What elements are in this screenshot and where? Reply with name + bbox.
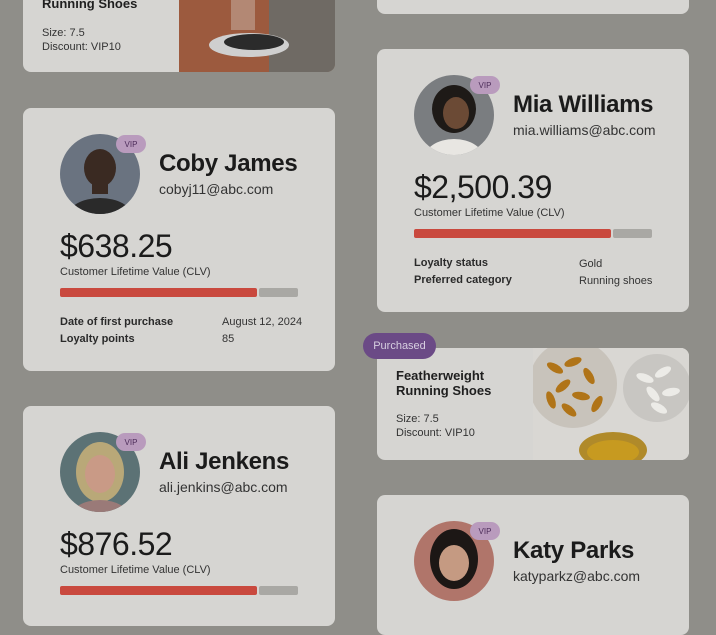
customer-email: katyparkz@abc.com (513, 568, 641, 584)
top-product-discount: Discount: VIP10 (42, 41, 121, 53)
clv-progress-bar (60, 586, 298, 595)
field-label: Date of first purchase (60, 316, 174, 328)
customer-name: Ali Jenkens (159, 448, 290, 475)
customer-name: Katy Parks (513, 537, 635, 564)
field-label: Preferred category (414, 274, 512, 286)
customer-card-coby[interactable]: VIP Coby James cobyj11@abc.com $638.25 C… (23, 108, 335, 371)
clv-progress-track (259, 288, 298, 297)
capsule-photo (533, 348, 689, 460)
customer-card-ali[interactable]: VIP Ali Jenkens ali.jenkins@abc.com $876… (23, 406, 335, 626)
vip-badge: VIP (116, 135, 146, 153)
field-value: August 12, 2024 (222, 316, 303, 328)
product-title-line2: Running Shoes (396, 383, 492, 398)
field-label: Loyalty points (60, 333, 135, 345)
top-product-size: Size: 7.5 (42, 27, 85, 39)
clv-progress-fill (60, 288, 257, 297)
customer-name: Coby James (159, 150, 298, 177)
product-size: Size: 7.5 (396, 413, 439, 425)
customer-email: ali.jenkins@abc.com (159, 479, 288, 495)
clv-progress-bar (414, 229, 652, 238)
clv-label: Customer Lifetime Value (CLV) (414, 207, 565, 219)
clv-progress-fill (60, 586, 257, 595)
customer-email: cobyj11@abc.com (159, 181, 274, 197)
vip-badge: VIP (470, 522, 500, 540)
clv-label: Customer Lifetime Value (CLV) (60, 266, 211, 278)
vip-badge: VIP (470, 76, 500, 94)
product-title-line1: Featherweight (396, 368, 485, 383)
customer-card-mia[interactable]: VIP Mia Williams mia.williams@abc.com $2… (377, 49, 689, 312)
customer-email: mia.williams@abc.com (513, 122, 656, 138)
customer-card-katy[interactable]: VIP Katy Parks katyparkz@abc.com (377, 495, 689, 635)
field-value: 85 (222, 333, 235, 345)
clv-progress-bar (60, 288, 298, 297)
field-value: Gold (579, 258, 603, 270)
top-product-title: Running Shoes (42, 0, 138, 11)
customer-name: Mia Williams (513, 91, 654, 118)
clv-amount: $2,500.39 (414, 169, 552, 205)
top-right-card (377, 0, 689, 14)
clv-progress-fill (414, 229, 611, 238)
field-label: Loyalty status (414, 257, 488, 269)
product-card[interactable]: Featherweight Running Shoes Size: 7.5 Di… (377, 348, 689, 460)
clv-progress-track (613, 229, 652, 238)
shoe-photo (179, 0, 335, 72)
clv-amount: $876.52 (60, 526, 173, 562)
clv-amount: $638.25 (60, 228, 173, 264)
clv-progress-track (259, 586, 298, 595)
product-discount: Discount: VIP10 (396, 427, 475, 439)
top-product-card: Running Shoes Size: 7.5 Discount: VIP10 (23, 0, 335, 72)
clv-label: Customer Lifetime Value (CLV) (60, 564, 211, 576)
vip-badge: VIP (116, 433, 146, 451)
purchased-badge: Purchased (363, 333, 436, 359)
field-value: Running shoes (579, 275, 653, 287)
